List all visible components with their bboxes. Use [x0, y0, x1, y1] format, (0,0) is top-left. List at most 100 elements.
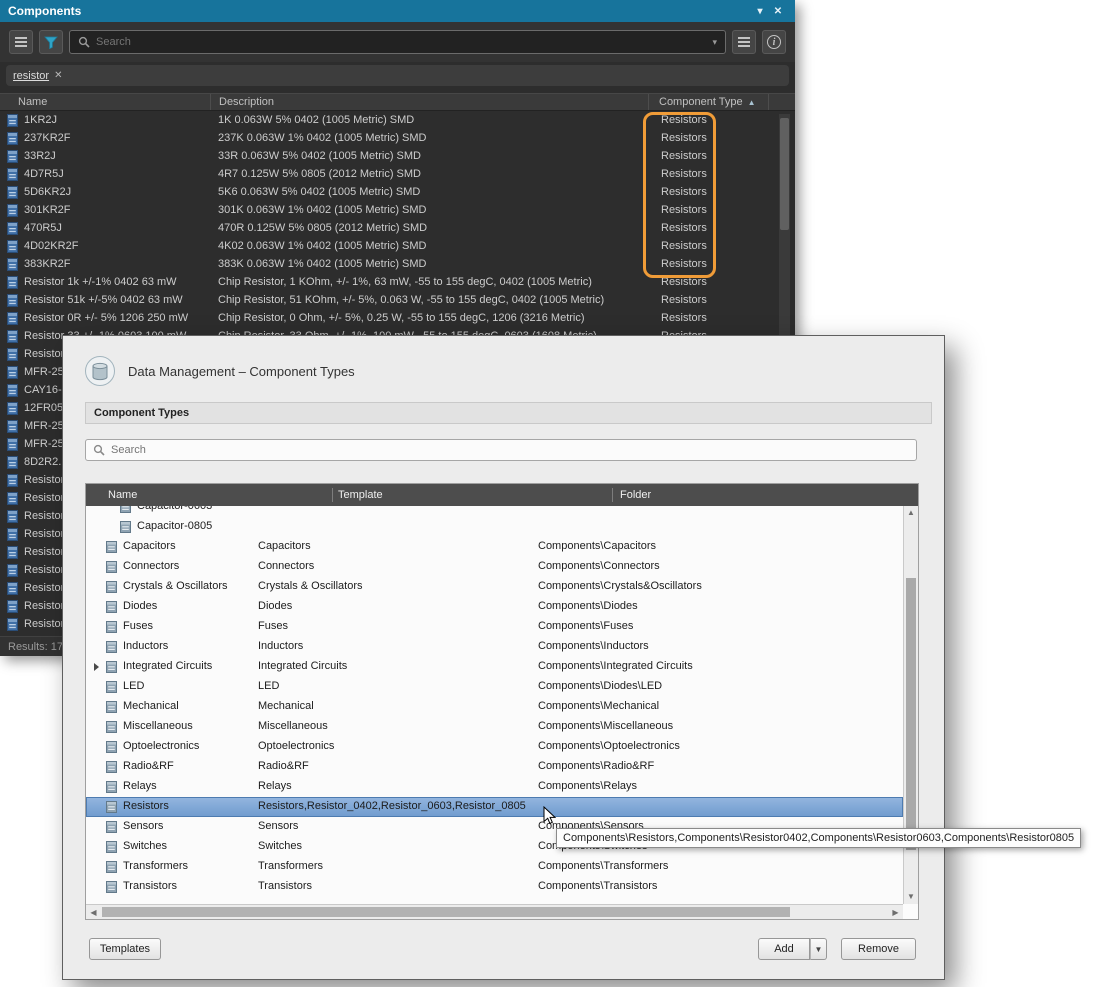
- component-row[interactable]: 383KR2F 383K 0.063W 1% 0402 (1005 Metric…: [0, 255, 795, 273]
- templates-button[interactable]: Templates: [89, 938, 161, 960]
- component-type-row[interactable]: Transistors Transistors Components\Trans…: [86, 877, 903, 897]
- column-header-template[interactable]: Template: [338, 489, 383, 501]
- display-options-button[interactable]: [732, 30, 756, 54]
- horizontal-scrollbar-thumb[interactable]: [102, 907, 790, 917]
- column-header-description[interactable]: Description: [210, 94, 648, 110]
- panel-toolbar: ▾ i: [0, 22, 795, 62]
- component-type-row[interactable]: Radio&RF Radio&RF Components\Radio&RF: [86, 757, 903, 777]
- filter-remove-icon[interactable]: ✕: [54, 70, 62, 81]
- types-horizontal-scrollbar[interactable]: ◀ ▶: [86, 904, 903, 919]
- column-header-component-type[interactable]: Component Type ▲: [648, 94, 768, 110]
- type-template: Fuses: [258, 620, 288, 632]
- component-type-row[interactable]: Transformers Transformers Components\Tra…: [86, 857, 903, 877]
- component-type-row[interactable]: Resistors Resistors,Resistor_0402,Resist…: [86, 797, 903, 817]
- component-row[interactable]: 470R5J 470R 0.125W 5% 0805 (2012 Metric)…: [0, 219, 795, 237]
- column-header-folder[interactable]: Folder: [620, 489, 651, 501]
- component-type-icon: [106, 821, 117, 833]
- dialog-header: Data Management – Component Types: [63, 336, 944, 386]
- panel-menu-icon[interactable]: ▾: [751, 6, 769, 17]
- vertical-scrollbar-thumb[interactable]: [906, 578, 916, 850]
- component-icon: [7, 186, 18, 199]
- component-type-cell: Resistors: [648, 168, 768, 180]
- component-type-icon: [106, 741, 117, 753]
- component-row[interactable]: 237KR2F 237K 0.063W 1% 0402 (1005 Metric…: [0, 129, 795, 147]
- component-type-row[interactable]: Relays Relays Components\Relays: [86, 777, 903, 797]
- component-type-row[interactable]: Diodes Diodes Components\Diodes: [86, 597, 903, 617]
- component-type-icon: [106, 881, 117, 893]
- component-icon: [7, 546, 18, 559]
- component-type-icon: [106, 561, 117, 573]
- component-type-row[interactable]: Capacitors Capacitors Components\Capacit…: [86, 537, 903, 557]
- component-type-row[interactable]: Integrated Circuits Integrated Circuits …: [86, 657, 903, 677]
- dialog-footer: Templates Add ▼ Remove: [63, 927, 944, 979]
- component-icon: [7, 600, 18, 613]
- sort-ascending-icon: ▲: [748, 98, 756, 107]
- component-row[interactable]: 4D7R5J 4R7 0.125W 5% 0805 (2012 Metric) …: [0, 165, 795, 183]
- component-row[interactable]: 1KR2J 1K 0.063W 5% 0402 (1005 Metric) SM…: [0, 111, 795, 129]
- info-button[interactable]: i: [762, 30, 786, 54]
- type-name: Miscellaneous: [123, 720, 193, 732]
- type-template: Transistors: [258, 880, 312, 892]
- column-header-name[interactable]: Name: [0, 94, 210, 110]
- component-type-row[interactable]: Capacitor-0603: [86, 506, 903, 517]
- component-type-row[interactable]: Mechanical Mechanical Components\Mechani…: [86, 697, 903, 717]
- type-folder: Components\Optoelectronics: [538, 740, 680, 752]
- dialog-search-input[interactable]: [111, 444, 909, 456]
- type-folder: Components\Fuses: [538, 620, 633, 632]
- panel-scrollbar-thumb[interactable]: [780, 118, 789, 230]
- scroll-left-icon[interactable]: ◀: [86, 905, 101, 919]
- component-type-row[interactable]: Crystals & Oscillators Crystals & Oscill…: [86, 577, 903, 597]
- component-type-row[interactable]: Miscellaneous Miscellaneous Components\M…: [86, 717, 903, 737]
- expand-arrow-icon[interactable]: [94, 663, 99, 671]
- component-type-cell: Resistors: [648, 132, 768, 144]
- filter-chip[interactable]: resistor ✕: [13, 70, 62, 82]
- search-box[interactable]: ▾: [69, 30, 726, 54]
- component-type-icon: [120, 521, 131, 533]
- type-name: Fuses: [123, 620, 153, 632]
- component-row[interactable]: 301KR2F 301K 0.063W 1% 0402 (1005 Metric…: [0, 201, 795, 219]
- component-icon: [7, 276, 18, 289]
- list-view-button[interactable]: [9, 30, 33, 54]
- component-row[interactable]: Resistor 0R +/- 5% 1206 250 mW Chip Resi…: [0, 309, 795, 327]
- column-header-name[interactable]: Name: [86, 489, 137, 501]
- component-row[interactable]: 5D6KR2J 5K6 0.063W 5% 0402 (1005 Metric)…: [0, 183, 795, 201]
- scroll-right-icon[interactable]: ▶: [888, 905, 903, 919]
- scroll-up-icon[interactable]: ▲: [904, 508, 918, 518]
- component-type-row[interactable]: Optoelectronics Optoelectronics Componen…: [86, 737, 903, 757]
- component-row[interactable]: 33R2J 33R 0.063W 5% 0402 (1005 Metric) S…: [0, 147, 795, 165]
- component-type-cell: Resistors: [648, 150, 768, 162]
- remove-button[interactable]: Remove: [841, 938, 916, 960]
- type-template: Miscellaneous: [258, 720, 328, 732]
- search-dropdown-icon[interactable]: ▾: [712, 37, 717, 48]
- type-template: Transformers: [258, 860, 323, 872]
- add-dropdown-icon[interactable]: ▼: [810, 938, 827, 960]
- component-row[interactable]: Resistor 1k +/-1% 0402 63 mW Chip Resist…: [0, 273, 795, 291]
- component-name: 301KR2F: [24, 204, 210, 216]
- add-button[interactable]: Add: [758, 938, 810, 960]
- component-name: 5D6KR2J: [24, 186, 210, 198]
- section-header: Component Types: [85, 402, 932, 424]
- component-icon: [7, 492, 18, 505]
- component-row[interactable]: Resistor 51k +/-5% 0402 63 mW Chip Resis…: [0, 291, 795, 309]
- type-template: Integrated Circuits: [258, 660, 347, 672]
- component-name: 4D7R5J: [24, 168, 210, 180]
- component-type-row[interactable]: Connectors Connectors Components\Connect…: [86, 557, 903, 577]
- component-icon: [7, 420, 18, 433]
- folder-tooltip: Components\Resistors,Components\Resistor…: [556, 828, 1081, 848]
- component-row[interactable]: 4D02KR2F 4K02 0.063W 1% 0402 (1005 Metri…: [0, 237, 795, 255]
- search-input[interactable]: [96, 36, 706, 48]
- component-type-row[interactable]: LED LED Components\Diodes\LED: [86, 677, 903, 697]
- component-type-row[interactable]: Capacitor-0805: [86, 517, 903, 537]
- dialog-search-box[interactable]: [85, 439, 917, 461]
- panel-close-icon[interactable]: ✕: [769, 6, 787, 17]
- component-type-cell: Resistors: [648, 222, 768, 234]
- scroll-down-icon[interactable]: ▼: [904, 892, 918, 902]
- panel-title: Components: [8, 4, 81, 18]
- component-type-icon: [106, 721, 117, 733]
- component-type-row[interactable]: Inductors Inductors Components\Inductors: [86, 637, 903, 657]
- components-grid-header: Name Description Component Type ▲: [0, 93, 795, 111]
- component-icon: [7, 564, 18, 577]
- type-folder: Components\Relays: [538, 780, 637, 792]
- component-type-row[interactable]: Fuses Fuses Components\Fuses: [86, 617, 903, 637]
- filter-button[interactable]: [39, 30, 63, 54]
